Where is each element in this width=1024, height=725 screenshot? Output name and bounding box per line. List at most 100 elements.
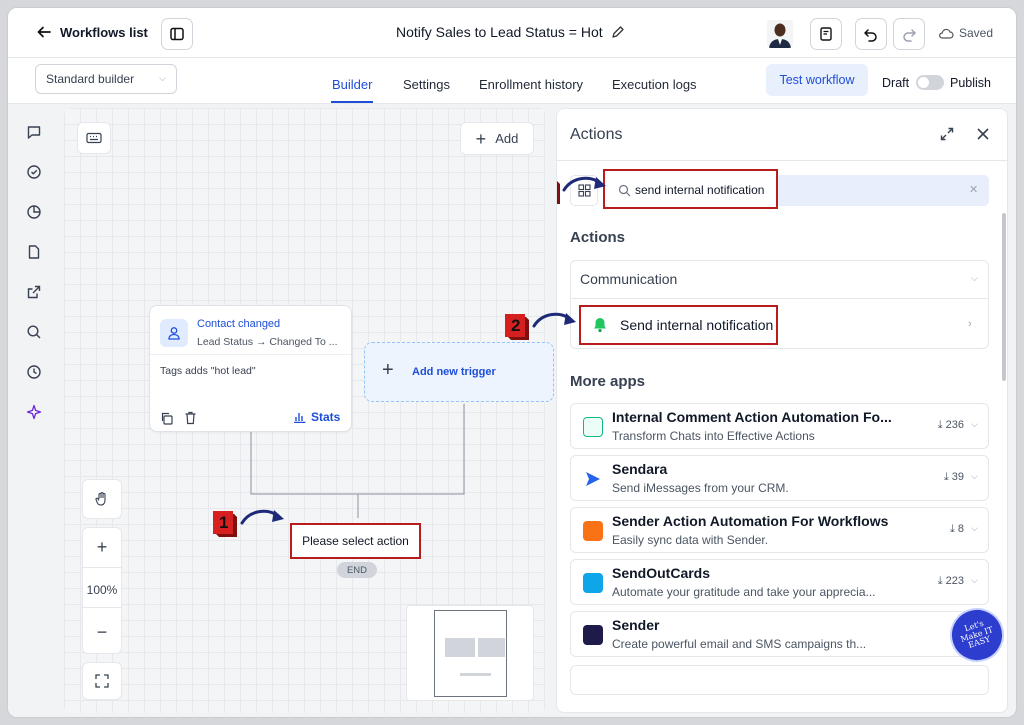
saved-label: Saved bbox=[959, 26, 994, 40]
test-workflow-label: Test workflow bbox=[779, 73, 855, 87]
file-icon[interactable] bbox=[25, 243, 43, 261]
tab-execution-logs[interactable]: Execution logs bbox=[612, 77, 697, 92]
contact-icon bbox=[160, 319, 188, 347]
search-field[interactable]: send internal notification ✕ bbox=[603, 169, 989, 209]
app-row[interactable]: Internal Comment Action Automation Fo...… bbox=[570, 403, 989, 449]
publish-toggle[interactable] bbox=[916, 75, 944, 90]
stats-button[interactable]: Stats bbox=[293, 410, 340, 424]
app-row[interactable]: Sendara Send iMessages from your CRM. ⤓ … bbox=[570, 455, 989, 501]
install-count: ⤓ 39 bbox=[943, 471, 964, 483]
tab-settings[interactable]: Settings bbox=[403, 77, 450, 92]
zoom-out-button[interactable]: − bbox=[83, 612, 121, 652]
watermark-text: Let's Make IT EASY bbox=[959, 618, 995, 651]
app-name: Sendara bbox=[612, 461, 668, 477]
add-trigger-card[interactable]: + Add new trigger bbox=[364, 342, 554, 402]
app-name: Sender Action Automation For Workflows bbox=[612, 513, 889, 529]
external-link-icon[interactable] bbox=[25, 283, 43, 301]
actions-panel: Actions send internal notification ✕ Act… bbox=[556, 108, 1008, 713]
builder-select-value: Standard builder bbox=[46, 72, 135, 86]
sparkle-icon[interactable] bbox=[25, 403, 43, 421]
workflow-canvas[interactable]: + Add Contact changed Lead Status → Chan… bbox=[64, 108, 554, 713]
step-2-label: 2 bbox=[511, 316, 521, 335]
user-photo-icon bbox=[767, 20, 793, 48]
expand-panel-icon[interactable] bbox=[939, 126, 955, 147]
chevron-down-icon: ⌵ bbox=[971, 419, 978, 429]
bar-chart-icon bbox=[294, 413, 306, 423]
workflow-title[interactable]: Notify Sales to Lead Status = Hot bbox=[396, 24, 625, 40]
app-desc: Send iMessages from your CRM. bbox=[612, 481, 789, 495]
undo-button[interactable] bbox=[855, 18, 887, 50]
zoom-in-button[interactable]: + bbox=[83, 528, 121, 568]
step-1-arrow bbox=[240, 509, 284, 525]
pan-tool-button[interactable] bbox=[82, 479, 122, 519]
sender-automation-icon bbox=[583, 521, 603, 541]
publish-label: Publish bbox=[950, 76, 991, 90]
test-workflow-button[interactable]: Test workflow bbox=[766, 64, 868, 96]
trigger-subtitle: Lead Status → Changed To ... bbox=[197, 336, 338, 348]
bell-icon bbox=[594, 318, 606, 333]
document-check-icon bbox=[820, 27, 832, 41]
app-row[interactable]: Sender Create powerful email and SMS cam… bbox=[570, 611, 989, 657]
end-pill: END bbox=[337, 562, 377, 578]
sidebar-toggle-button[interactable] bbox=[161, 18, 193, 50]
tab-builder[interactable]: Builder bbox=[332, 77, 372, 92]
pencil-icon[interactable] bbox=[611, 25, 625, 39]
report-button[interactable] bbox=[810, 18, 842, 50]
chevron-down-icon: ⌵ bbox=[159, 73, 166, 83]
back-label: Workflows list bbox=[60, 24, 148, 40]
draft-label: Draft bbox=[882, 76, 910, 90]
stats-label: Stats bbox=[311, 410, 341, 424]
plus-icon: + bbox=[382, 359, 394, 381]
history-icon[interactable] bbox=[25, 363, 43, 381]
app-name: SendOutCards bbox=[612, 565, 711, 581]
app-name: Sender bbox=[612, 617, 660, 633]
chat-icon[interactable] bbox=[25, 123, 43, 141]
communication-group[interactable]: Communication ⌵ Send internal notificati… bbox=[570, 260, 989, 349]
check-circle-icon[interactable] bbox=[25, 163, 43, 181]
cloud-icon bbox=[939, 28, 954, 39]
sendara-icon bbox=[586, 472, 600, 486]
scrollbar-thumb[interactable] bbox=[1002, 213, 1006, 381]
top-bar: Workflows list Notify Sales to Lead Stat… bbox=[8, 8, 1016, 58]
workflow-title-text: Notify Sales to Lead Status = Hot bbox=[396, 24, 603, 40]
minimap[interactable] bbox=[406, 605, 534, 701]
chevron-down-icon: ⌵ bbox=[971, 523, 978, 533]
copy-icon[interactable] bbox=[160, 412, 173, 430]
app-name: Internal Comment Action Automation Fo... bbox=[612, 409, 892, 425]
trash-icon[interactable] bbox=[184, 411, 197, 430]
tab-enrollment-history[interactable]: Enrollment history bbox=[479, 77, 583, 92]
search-icon[interactable] bbox=[25, 323, 43, 341]
group-divider bbox=[571, 298, 988, 299]
chevron-down-icon: ⌵ bbox=[971, 575, 978, 585]
pie-chart-icon[interactable] bbox=[25, 203, 43, 221]
search-input[interactable]: send internal notification bbox=[635, 183, 764, 197]
send-internal-notification-item[interactable]: Send internal notification bbox=[579, 305, 778, 345]
sidebar-panel-icon bbox=[170, 27, 184, 41]
card-divider bbox=[150, 354, 351, 355]
fit-view-button[interactable] bbox=[82, 662, 122, 700]
redo-button[interactable] bbox=[893, 18, 925, 50]
install-count-value: 39 bbox=[951, 471, 964, 483]
minimap-node bbox=[478, 638, 505, 657]
trigger-title: Contact changed bbox=[197, 318, 281, 330]
app-row[interactable]: Sender Action Automation For Workflows E… bbox=[570, 507, 989, 553]
send-internal-notification-label: Send internal notification bbox=[620, 317, 774, 333]
builder-select[interactable]: Standard builder ⌵ bbox=[35, 64, 177, 94]
hand-icon bbox=[95, 491, 106, 506]
left-rail bbox=[8, 104, 58, 717]
app-row[interactable]: SendOutCards Automate your gratitude and… bbox=[570, 559, 989, 605]
back-button[interactable]: Workflows list bbox=[36, 24, 148, 40]
zoom-controls: + 100% − bbox=[82, 527, 122, 654]
trigger-card[interactable]: Contact changed Lead Status → Changed To… bbox=[149, 305, 352, 432]
search-icon bbox=[618, 184, 631, 197]
app-window: Workflows list Notify Sales to Lead Stat… bbox=[7, 7, 1017, 718]
trigger-filter: Tags adds "hot lead" bbox=[160, 365, 256, 377]
step-2-badge bbox=[557, 181, 560, 204]
avatar[interactable] bbox=[767, 20, 793, 48]
minimap-node bbox=[460, 673, 491, 676]
clear-search-icon[interactable]: ✕ bbox=[969, 183, 978, 196]
arrow-left-icon bbox=[37, 26, 51, 38]
select-action-node[interactable]: Please select action bbox=[290, 523, 421, 559]
app-row[interactable] bbox=[570, 665, 989, 695]
close-icon[interactable] bbox=[975, 126, 991, 147]
